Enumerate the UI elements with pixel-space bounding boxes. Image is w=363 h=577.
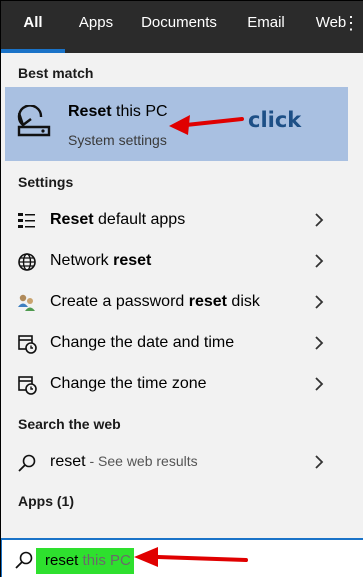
annotation-arrow bbox=[169, 115, 244, 135]
tab-apps[interactable]: Apps bbox=[65, 1, 127, 53]
chevron-right-icon bbox=[315, 254, 324, 268]
search-web-heading: Search the web bbox=[18, 416, 121, 432]
chevron-right-icon bbox=[315, 377, 324, 391]
settings-item-label: Change the date and time bbox=[50, 334, 235, 351]
settings-item-label: Change the time zone bbox=[50, 375, 207, 392]
tab-email[interactable]: Email bbox=[231, 1, 301, 53]
ellipsis-icon[interactable]: ⋮ bbox=[342, 1, 360, 45]
settings-item-network-reset[interactable]: Network reset bbox=[1, 241, 363, 282]
calendar-clock-icon bbox=[18, 376, 37, 395]
settings-item-reset-default-apps[interactable]: Reset default apps bbox=[1, 200, 363, 241]
search-icon bbox=[18, 454, 36, 472]
settings-item-label: Network reset bbox=[50, 252, 152, 269]
chevron-right-icon bbox=[315, 336, 324, 350]
annotation-arrow bbox=[134, 547, 248, 567]
settings-item-password-reset-disk[interactable]: Create a password reset disk bbox=[1, 282, 363, 323]
chevron-right-icon bbox=[315, 455, 324, 469]
reset-pc-icon bbox=[17, 105, 51, 137]
settings-item-label: Reset default apps bbox=[50, 211, 186, 228]
results-panel: Best match Reset this PC System settings… bbox=[1, 53, 363, 538]
settings-item-label: Create a password reset disk bbox=[50, 293, 260, 310]
settings-item-time-zone[interactable]: Change the time zone bbox=[1, 364, 363, 405]
tab-documents[interactable]: Documents bbox=[127, 1, 231, 53]
best-match-heading: Best match bbox=[18, 65, 94, 81]
settings-item-date-time[interactable]: Change the date and time bbox=[1, 323, 363, 364]
tab-all[interactable]: All bbox=[1, 1, 65, 53]
chevron-right-icon bbox=[315, 213, 324, 227]
default-apps-icon bbox=[18, 213, 35, 228]
globe-icon bbox=[18, 253, 36, 271]
settings-heading: Settings bbox=[18, 174, 74, 190]
web-result[interactable]: reset - See web results bbox=[1, 442, 363, 483]
search-icon bbox=[15, 551, 33, 569]
search-box[interactable]: reset this PC bbox=[1, 538, 363, 577]
annotation-click-text: click bbox=[248, 108, 302, 132]
best-match-subtitle: System settings bbox=[68, 132, 167, 148]
scope-tabs: All Apps Documents Email Web ⋮ bbox=[1, 1, 363, 53]
search-input[interactable]: reset this PC bbox=[45, 552, 131, 569]
best-match-title: Reset this PC bbox=[68, 103, 168, 120]
calendar-clock-icon bbox=[18, 335, 37, 354]
search-window: All Apps Documents Email Web ⋮ Best matc… bbox=[0, 0, 363, 577]
chevron-right-icon bbox=[315, 295, 324, 309]
users-key-icon bbox=[18, 294, 35, 311]
apps-heading: Apps (1) bbox=[18, 493, 74, 509]
web-result-label: reset - See web results bbox=[50, 453, 198, 470]
